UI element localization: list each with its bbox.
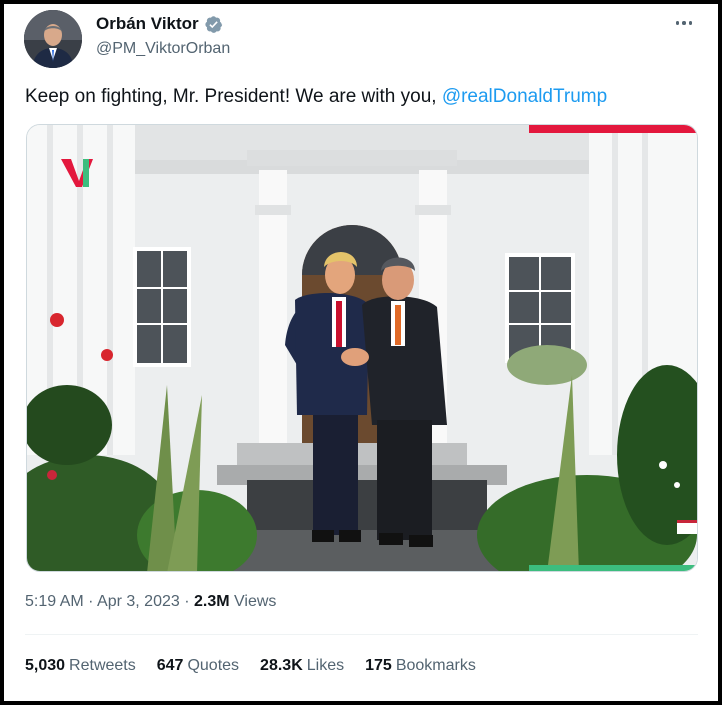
tweet-text: Keep on fighting, Mr. President! We are … <box>25 86 607 108</box>
verified-badge-icon <box>205 15 222 33</box>
mention-link[interactable]: @realDonaldTrump <box>442 86 607 107</box>
author-name[interactable]: Orbán Viktor <box>96 14 199 34</box>
engagement-stats: 5,030 Retweets 647 Quotes 28.3K Likes 175 Bo… <box>25 657 476 675</box>
author-row: Orbán Viktor <box>96 14 223 34</box>
meta-sep-2: · <box>179 593 194 610</box>
post-date[interactable]: Apr 3, 2023 <box>97 593 180 610</box>
stat-bookmarks[interactable]: 175 Bookmarks <box>365 657 476 675</box>
avatar[interactable] <box>24 10 82 68</box>
avatar-image <box>24 10 82 68</box>
meta-sep-1: · <box>83 593 98 610</box>
stat-likes[interactable]: 28.3K Likes <box>260 657 344 675</box>
divider <box>25 634 698 635</box>
post-time[interactable]: 5:19 AM <box>25 593 84 610</box>
more-icon[interactable] <box>669 8 699 38</box>
stat-retweets[interactable]: 5,030 Retweets <box>25 657 136 675</box>
views-label: Views <box>229 593 277 610</box>
tweet-meta: 5:19 AM · Apr 3, 2023 · 2.3M Views <box>25 593 276 611</box>
photo-illustration <box>27 125 697 571</box>
tweet-card: Orbán Viktor @PM_ViktorOrban Keep on fig… <box>4 4 718 701</box>
author-handle[interactable]: @PM_ViktorOrban <box>96 40 230 58</box>
stat-quotes[interactable]: 647 Quotes <box>157 657 239 675</box>
tweet-body: Keep on fighting, Mr. President! We are … <box>25 86 442 107</box>
tweet-photo[interactable] <box>26 124 698 572</box>
views-count: 2.3M <box>194 593 230 610</box>
